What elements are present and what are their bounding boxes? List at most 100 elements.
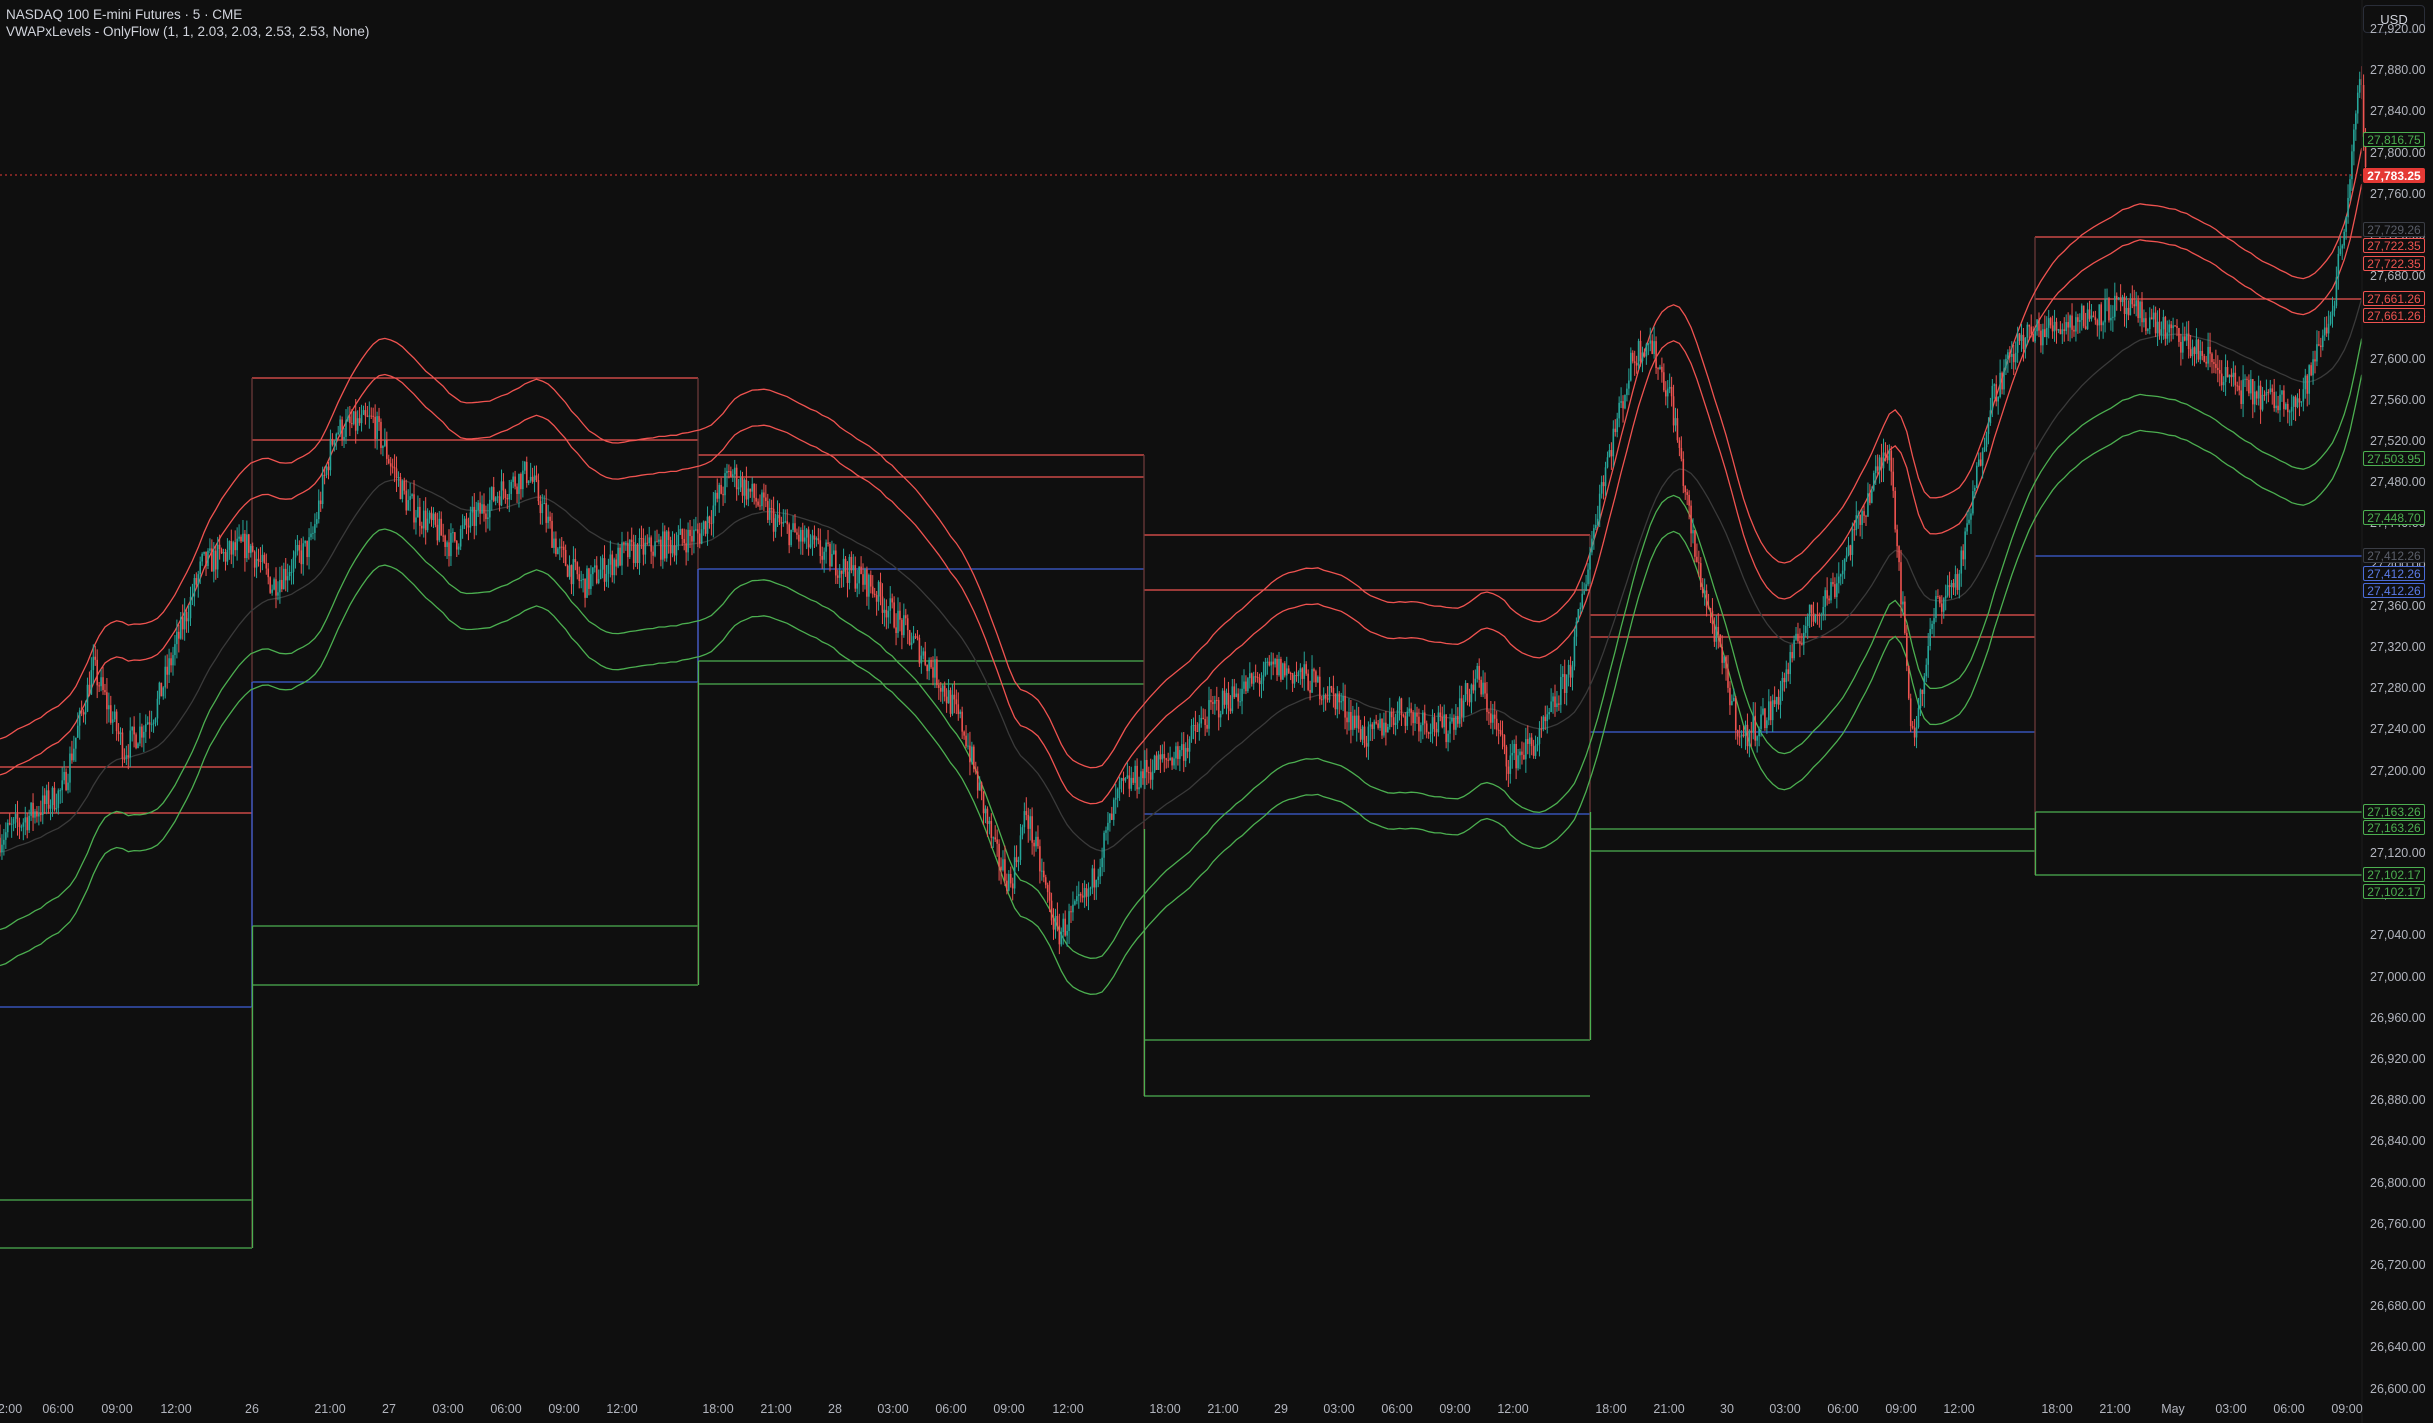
candle-body (1004, 859, 1006, 881)
candle-body (1536, 743, 1539, 746)
candle-body (1878, 457, 1881, 471)
candle-body (123, 758, 126, 760)
candle-body (2250, 379, 2252, 394)
candle-body (1048, 892, 1051, 901)
candle-body (374, 416, 376, 439)
candle-body (2135, 300, 2137, 307)
candle-body (1507, 766, 1510, 774)
candle-body (143, 731, 145, 738)
candle-body (415, 517, 417, 523)
candle-body (1322, 695, 1325, 700)
candle-body (1184, 747, 1187, 761)
candle-body (2067, 322, 2069, 328)
candle-body (877, 581, 880, 602)
candle-body (1077, 894, 1080, 897)
candle-body (1249, 673, 1251, 679)
candle-body (1447, 733, 1449, 743)
candle-body (2154, 312, 2157, 334)
candle-body (1116, 789, 1119, 799)
candle-body (1052, 920, 1055, 930)
candle-body (1215, 700, 1218, 702)
candle-body (389, 463, 392, 467)
candle-body (1441, 716, 1444, 728)
candle-body (1795, 633, 1797, 640)
candle-body (2226, 367, 2229, 378)
candle-body (187, 618, 190, 622)
candle-body (275, 579, 277, 596)
candle-body (1787, 669, 1790, 675)
candle-body (213, 550, 215, 572)
candle-body (903, 615, 905, 636)
candle-body (349, 416, 351, 424)
candle-body (1830, 582, 1832, 601)
candle-body (1962, 550, 1964, 560)
candle-body (1486, 693, 1488, 712)
candle-body (2034, 331, 2036, 342)
candle-body (2325, 327, 2328, 334)
candle-body (1021, 827, 1024, 836)
candle-body (632, 541, 635, 564)
candle-body (2288, 411, 2291, 413)
candle-body (1608, 450, 1611, 458)
time-axis-label: 30 (1720, 1402, 1734, 1416)
candle-body (891, 598, 893, 603)
candle-body (1771, 700, 1774, 721)
candle-body (2341, 245, 2344, 249)
candle-body (1764, 708, 1766, 729)
candle-body (1054, 915, 1057, 930)
candle-body (2286, 403, 2289, 413)
candle-body (2178, 328, 2180, 342)
candle-body (1841, 570, 1844, 575)
candle-body (1208, 700, 1210, 729)
candle-body (1081, 895, 1084, 898)
indicator-title[interactable]: VWAPxLevels - OnlyFlow (1, 1, 2.03, 2.03… (6, 23, 369, 40)
candle-body (1612, 428, 1615, 457)
candle-body (395, 468, 398, 478)
candle-body (1388, 712, 1391, 727)
candle-body (207, 550, 209, 567)
candle-body (2088, 309, 2091, 319)
candle-body (2209, 346, 2211, 354)
price-axis-label: 27,880.00 (2370, 63, 2426, 78)
symbol-title[interactable]: NASDAQ 100 E-mini Futures · 5 · CME (6, 6, 369, 23)
price-chart[interactable] (0, 0, 2433, 1423)
candlestick-series (0, 66, 2367, 955)
candle-body (2065, 322, 2068, 332)
candle-body (1495, 718, 1498, 730)
candle-body (119, 732, 122, 735)
chart-legend: NASDAQ 100 E-mini Futures · 5 · CME VWAP… (6, 6, 369, 40)
candle-body (803, 537, 806, 542)
candle-body (1727, 668, 1729, 688)
candle-body (1035, 836, 1037, 847)
candle-body (1297, 672, 1300, 677)
candle-body (49, 805, 52, 809)
candle-body (2007, 352, 2009, 359)
candle-body (835, 550, 837, 576)
candle-body (1000, 866, 1002, 871)
candle-body (2061, 329, 2064, 335)
candle-body (475, 510, 478, 526)
candle-body (2106, 298, 2108, 300)
candle-body (2114, 295, 2116, 317)
candle-body (12, 818, 15, 824)
candle-body (1394, 722, 1397, 725)
candle-body (1756, 736, 1758, 741)
candle-body (941, 685, 944, 692)
candle-body (988, 820, 991, 824)
candle-body (492, 487, 495, 501)
candle-body (1470, 684, 1473, 703)
candle-body (1948, 585, 1951, 588)
candle-body (1188, 739, 1191, 752)
candle-body (45, 790, 48, 804)
candle-body (638, 537, 641, 564)
candle-body (164, 666, 167, 688)
candle-body (1276, 658, 1278, 676)
candle-body (1369, 724, 1372, 727)
candle-body (195, 578, 198, 585)
candle-body (1781, 677, 1784, 691)
candle-body (568, 565, 571, 577)
candle-body (2248, 379, 2250, 394)
candle-body (510, 481, 513, 494)
candle-body (1107, 822, 1109, 831)
candle-body (1243, 681, 1245, 689)
